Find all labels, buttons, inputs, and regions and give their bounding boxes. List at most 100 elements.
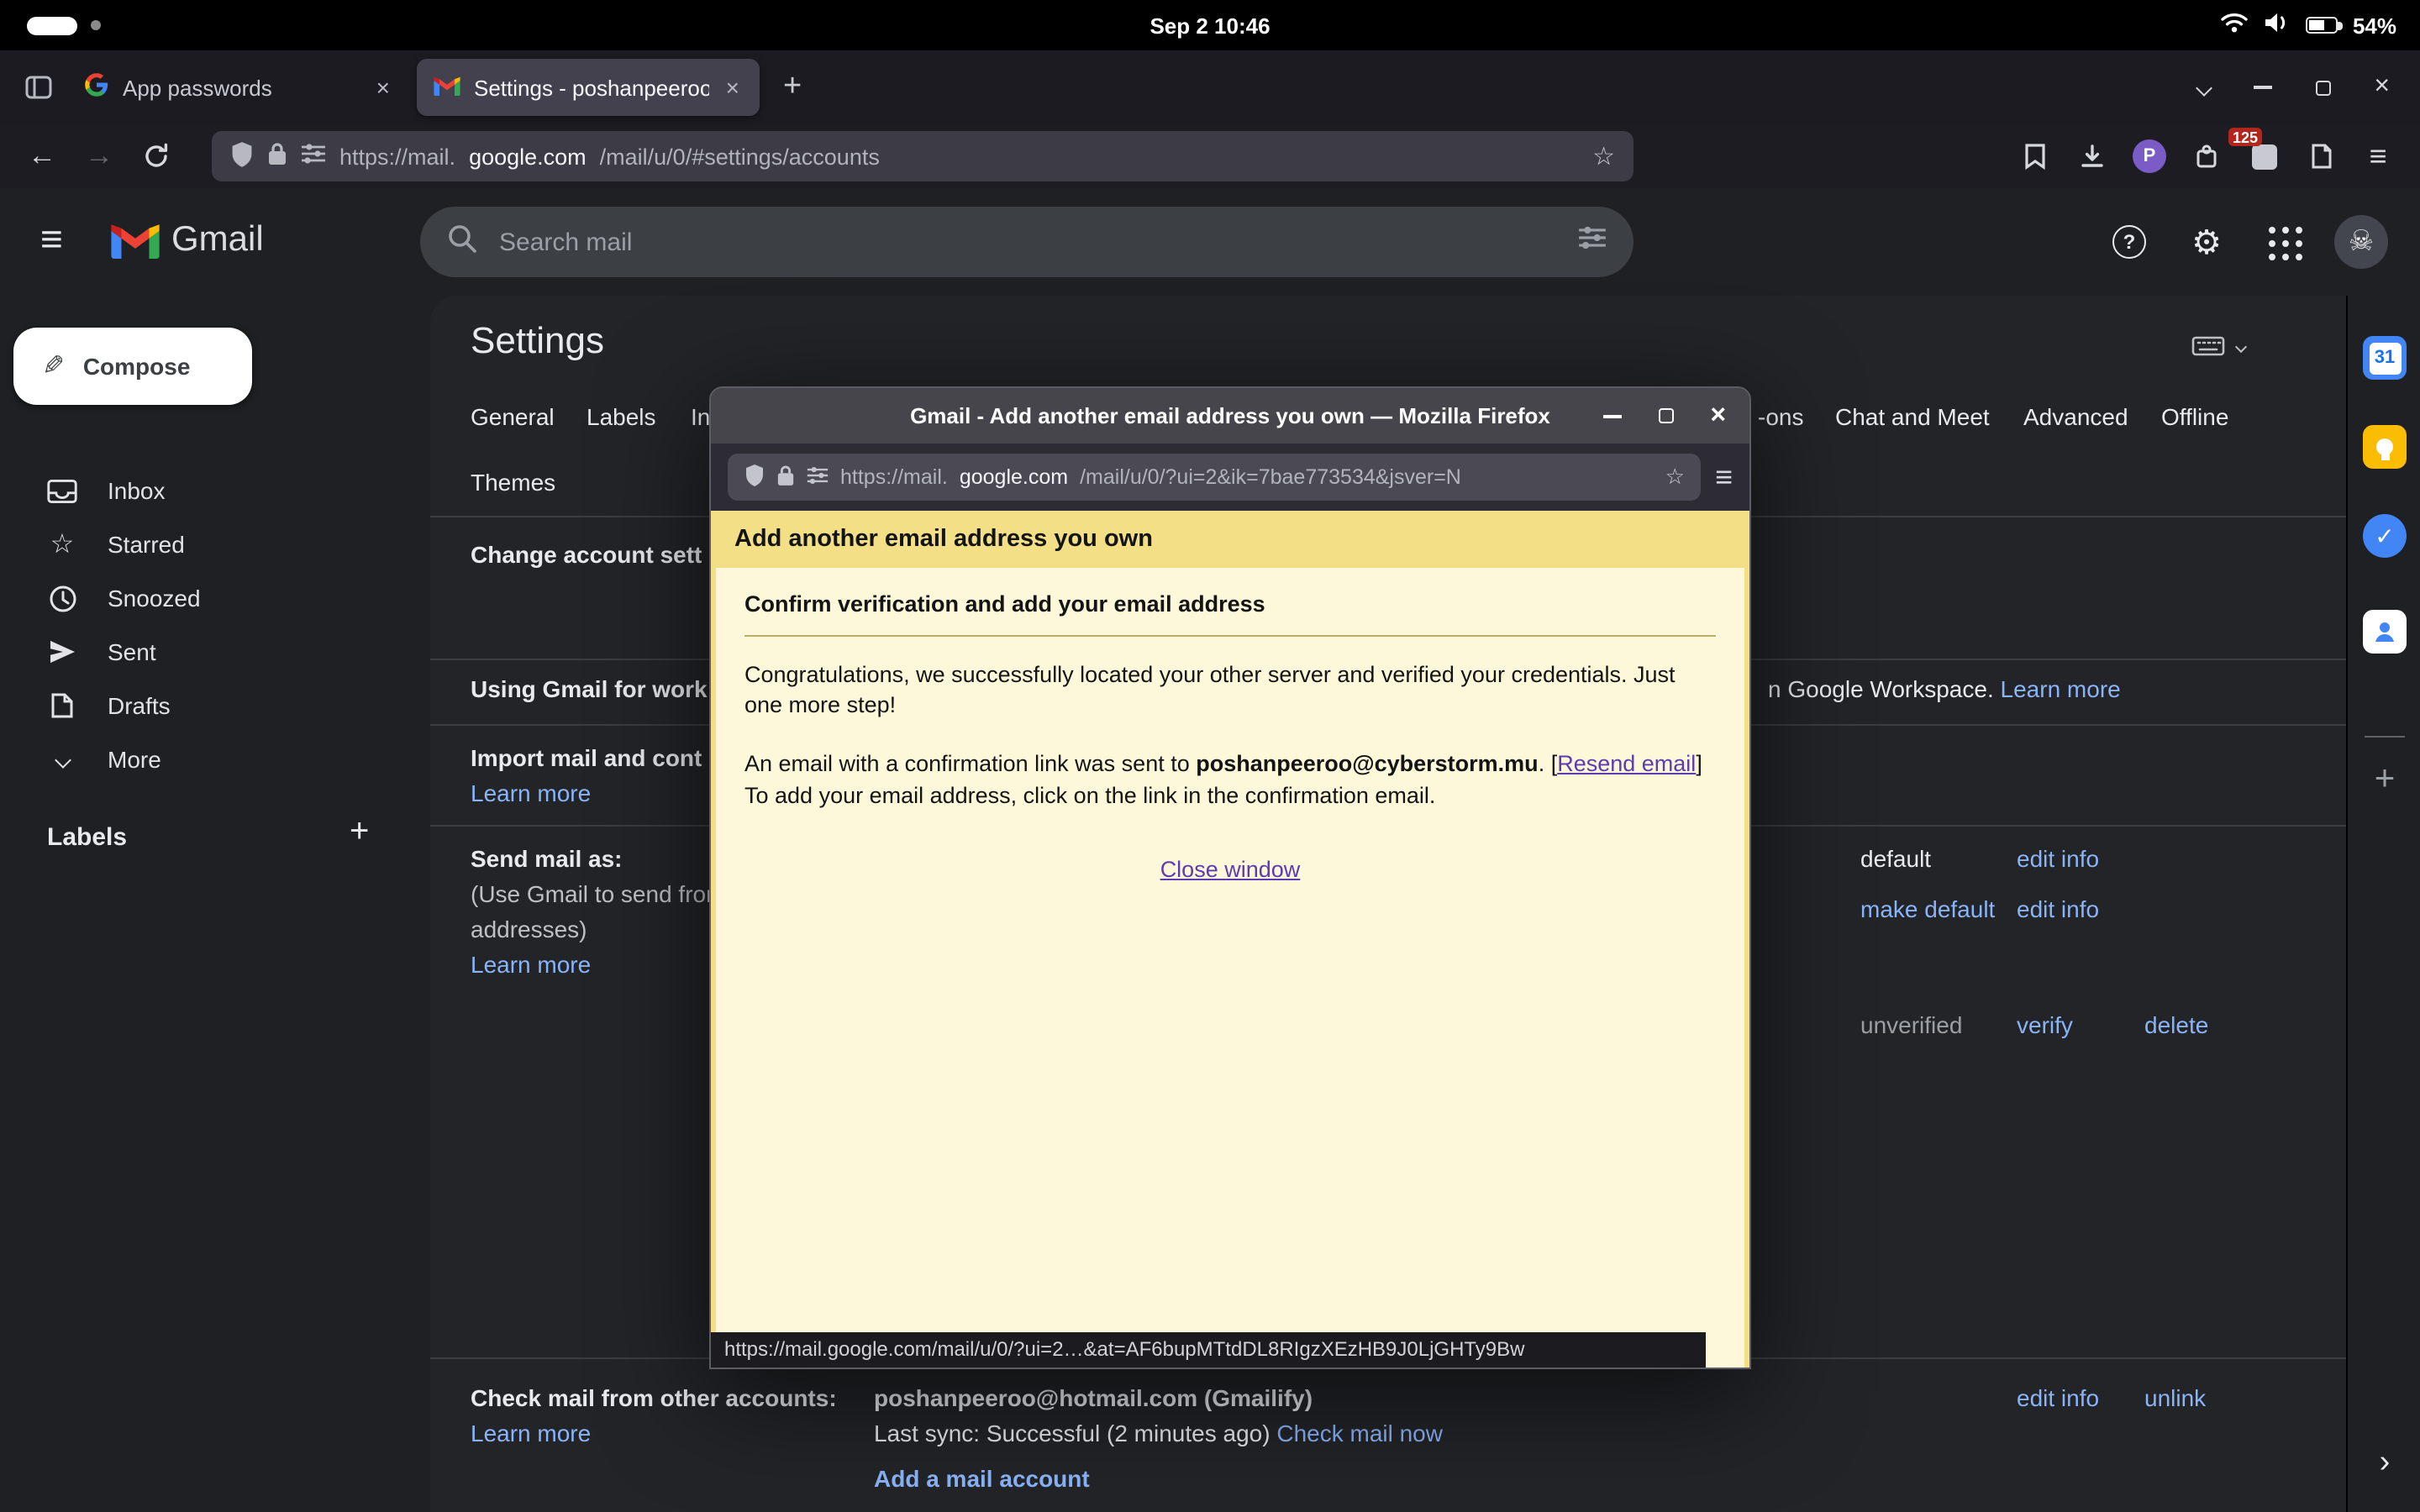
popup-status-url: https://mail.google.com/mail/u/0/?ui=2…&…	[711, 1332, 1706, 1368]
tab-labels[interactable]: Labels	[587, 403, 656, 430]
edit-info-link[interactable]: edit info	[2017, 1384, 2099, 1411]
url-bar[interactable]: https://mail. google.com/mail/u/0/#settin…	[212, 131, 1634, 181]
downloads-icon[interactable]	[2067, 131, 2118, 181]
sidebar-item-drafts[interactable]: Drafts	[0, 679, 403, 732]
new-tab-button[interactable]: +	[763, 69, 822, 106]
popup-titlebar[interactable]: Gmail - Add another email address you ow…	[711, 388, 1749, 444]
forward-button[interactable]: →	[74, 131, 124, 181]
popup-url-bar[interactable]: https://mail. google.com/mail/u/0/?ui=2&i…	[728, 454, 1702, 501]
activities-pill[interactable]	[27, 16, 77, 34]
tab-general[interactable]: General	[471, 403, 555, 430]
tab-advanced[interactable]: Advanced	[2023, 403, 2128, 430]
contacts-icon[interactable]	[2363, 610, 2407, 654]
system-clock[interactable]: Sep 2 10:46	[1150, 13, 1270, 38]
battery-percent: 54%	[2352, 13, 2396, 38]
tab-close-icon[interactable]: ×	[373, 74, 393, 101]
search-bar[interactable]	[420, 207, 1634, 277]
sidebar-item-inbox[interactable]: Inbox	[0, 464, 403, 517]
compose-label: Compose	[82, 353, 191, 380]
back-button[interactable]: ←	[17, 131, 67, 181]
compose-button[interactable]: ✎ Compose	[13, 328, 252, 405]
keep-icon[interactable]	[2363, 425, 2407, 469]
bookmark-star-icon[interactable]: ☆	[1592, 141, 1615, 171]
edit-info-link[interactable]: edit info	[2017, 895, 2099, 922]
tab-inbox-partial[interactable]: In	[691, 403, 710, 430]
hide-side-panel-icon[interactable]: ›	[2348, 1445, 2420, 1482]
workspace-learn-more-link[interactable]: Learn more	[2001, 675, 2121, 702]
input-tools-selector[interactable]	[2191, 336, 2248, 356]
tracking-shield-icon[interactable]	[230, 140, 254, 172]
close-window-link[interactable]: Close window	[1160, 857, 1301, 882]
lock-icon[interactable]	[267, 141, 287, 171]
system-tray[interactable]: 54%	[2220, 12, 2420, 39]
add-mail-account-link[interactable]: Add a mail account	[874, 1465, 1090, 1492]
search-input[interactable]	[499, 228, 1556, 256]
send-mail-as-label: Send mail as:	[471, 845, 623, 872]
popup-close-icon[interactable]: ×	[1710, 402, 1726, 429]
keyboard-icon	[2191, 336, 2225, 356]
inbox-icon	[47, 478, 77, 503]
help-icon[interactable]: ?	[2096, 208, 2163, 276]
calendar-icon[interactable]: 31	[2363, 336, 2407, 380]
window-restore-icon[interactable]	[2315, 80, 2331, 95]
list-tabs-icon[interactable]	[2195, 79, 2212, 96]
create-label-icon[interactable]: +	[350, 813, 369, 852]
bookmark-star-icon[interactable]: ☆	[1665, 464, 1685, 491]
tab-gmail-settings[interactable]: Settings - poshanpeeroo ×	[417, 59, 760, 116]
menu-icon[interactable]: ≡	[2353, 131, 2403, 181]
firefox-view-icon[interactable]	[13, 62, 64, 113]
check-mail-now-link[interactable]: Check mail now	[1276, 1420, 1443, 1446]
get-addons-icon[interactable]: +	[2348, 759, 2420, 800]
tab-addons-partial[interactable]: -ons	[1758, 403, 1803, 430]
tab-chat-and-meet[interactable]: Chat and Meet	[1835, 403, 1990, 430]
tab-app-passwords[interactable]: App passwords ×	[67, 59, 410, 116]
settings-gear-icon[interactable]: ⚙	[2173, 208, 2240, 276]
unlink-link[interactable]: unlink	[2144, 1384, 2206, 1411]
tracking-shield-icon[interactable]	[744, 463, 765, 491]
tab-offline[interactable]: Offline	[2161, 403, 2228, 430]
account-avatar[interactable]: ☠	[2328, 208, 2395, 276]
verify-link[interactable]: verify	[2017, 1011, 2073, 1038]
tab-themes[interactable]: Themes	[471, 469, 555, 496]
last-sync-text: Last sync: Successful (2 minutes ago)	[874, 1420, 1270, 1446]
sidebar-item-more[interactable]: More	[0, 732, 403, 786]
reload-button[interactable]	[131, 131, 182, 181]
check-mail-learn-more-link[interactable]: Learn more	[471, 1420, 591, 1446]
sidebar-item-sent[interactable]: Sent	[0, 625, 403, 679]
gmail-logo: Gmail	[111, 220, 264, 260]
permissions-icon[interactable]	[301, 143, 326, 170]
pocket-icon[interactable]	[2010, 131, 2060, 181]
search-icon[interactable]	[447, 223, 477, 261]
import-mail-label: Import mail and cont	[471, 744, 702, 771]
unverified-status: unverified	[1860, 1011, 1963, 1038]
delete-link[interactable]: delete	[2144, 1011, 2208, 1038]
permissions-icon[interactable]	[807, 465, 829, 490]
confirm-heading: Confirm verification and add your email …	[744, 590, 1716, 637]
sidebar-item-starred[interactable]: ☆ Starred	[0, 517, 403, 571]
window-minimize-icon[interactable]	[2253, 86, 2272, 89]
send-mail-learn-more-link[interactable]: Learn more	[471, 951, 591, 978]
using-gmail-label: Using Gmail for work	[471, 675, 708, 702]
tab-close-icon[interactable]: ×	[723, 74, 743, 101]
menu-icon[interactable]: ≡	[1715, 459, 1733, 495]
side-panel-divider	[2365, 736, 2405, 738]
apps-grid-icon[interactable]	[2250, 208, 2317, 276]
sidebar-item-snoozed[interactable]: Snoozed	[0, 571, 403, 625]
chevron-down-icon	[47, 751, 77, 768]
lock-icon[interactable]	[776, 463, 795, 491]
page-extension-icon[interactable]	[2296, 131, 2346, 181]
url-scheme: https://mail.	[339, 144, 456, 169]
main-menu-icon[interactable]: ≡	[40, 217, 63, 262]
resend-email-link[interactable]: Resend email	[1557, 751, 1696, 776]
adblock-extension-icon[interactable]: 125	[2228, 128, 2289, 181]
import-learn-more-link[interactable]: Learn more	[471, 780, 591, 806]
make-default-link[interactable]: make default	[1860, 895, 1995, 922]
edit-info-link[interactable]: edit info	[2017, 845, 2099, 872]
popup-minimize-icon[interactable]	[1602, 414, 1622, 417]
search-options-icon[interactable]	[1578, 225, 1607, 259]
profile-avatar[interactable]: P	[2124, 131, 2175, 181]
popup-maximize-icon[interactable]	[1658, 408, 1674, 423]
tasks-icon[interactable]: ✓	[2363, 514, 2407, 558]
extensions-puzzle-icon[interactable]	[2181, 131, 2232, 181]
window-close-icon[interactable]: ×	[2374, 73, 2390, 101]
